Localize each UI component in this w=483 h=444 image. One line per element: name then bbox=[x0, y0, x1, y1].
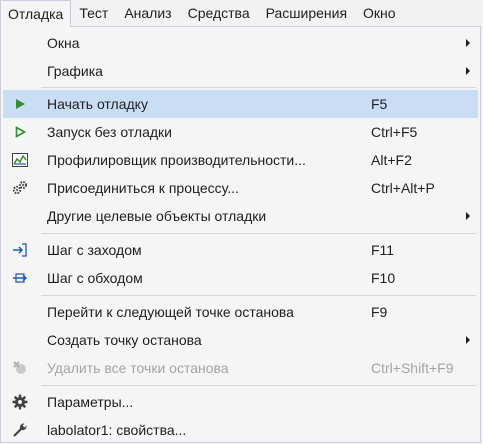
wrench-icon bbox=[3, 416, 37, 444]
menu-item-next-breakpoint[interactable]: Перейти к следующей точке останова F9 bbox=[3, 298, 478, 326]
submenu-arrow-icon bbox=[466, 67, 470, 75]
menu-item-label: Перейти к следующей точке останова bbox=[47, 304, 294, 320]
shortcut-text: F10 bbox=[371, 270, 396, 286]
menu-item-label: Окна bbox=[47, 35, 80, 51]
menu-item-label: Другие целевые объекты отладки bbox=[47, 208, 267, 224]
submenu-arrow-icon bbox=[466, 336, 470, 344]
gear-icon bbox=[3, 388, 37, 416]
delete-breakpoints-icon bbox=[3, 354, 37, 382]
menu-item-attach-to-process[interactable]: Присоединиться к процессу... Ctrl+Alt+P bbox=[3, 174, 478, 202]
menu-item-label: Запуск без отладки bbox=[47, 124, 172, 140]
shortcut-text: Ctrl+F5 bbox=[371, 124, 418, 140]
separator bbox=[41, 295, 476, 296]
shortcut-text: Ctrl+Alt+P bbox=[371, 180, 435, 196]
menu-item-options[interactable]: Параметры... bbox=[3, 388, 478, 416]
menu-item-delete-all-breakpoints[interactable]: Удалить все точки останова Ctrl+Shift+F9 bbox=[3, 354, 478, 382]
menu-item-windows[interactable]: Окна bbox=[3, 29, 478, 57]
shortcut-text: F11 bbox=[371, 242, 395, 258]
menu-item-step-into[interactable]: Шаг с заходом F11 bbox=[3, 236, 478, 264]
separator bbox=[41, 385, 476, 386]
menu-item-label: Параметры... bbox=[47, 394, 134, 410]
menu-item-label: Графика bbox=[47, 63, 103, 79]
menu-item-label: Удалить все точки останова bbox=[47, 360, 229, 376]
menu-item-other-debug-targets[interactable]: Другие целевые объекты отладки bbox=[3, 202, 478, 230]
menu-analyze[interactable]: Анализ bbox=[116, 0, 179, 26]
play-filled-icon bbox=[3, 90, 37, 118]
shortcut-text: Alt+F2 bbox=[371, 152, 412, 168]
menu-window[interactable]: Окно bbox=[355, 0, 404, 26]
shortcut-text: Ctrl+Shift+F9 bbox=[371, 360, 454, 376]
step-over-icon bbox=[3, 264, 37, 292]
step-into-icon bbox=[3, 236, 37, 264]
separator bbox=[41, 87, 476, 88]
menu-extensions[interactable]: Расширения bbox=[258, 0, 355, 26]
menu-item-start-debugging[interactable]: Начать отладку F5 bbox=[3, 90, 478, 118]
menu-item-label: Создать точку останова bbox=[47, 332, 202, 348]
menu-item-graphics[interactable]: Графика bbox=[3, 57, 478, 85]
submenu-arrow-icon bbox=[466, 212, 470, 220]
menu-item-label: Профилировщик производительности... bbox=[47, 152, 306, 168]
menu-item-label: Начать отладку bbox=[47, 96, 148, 112]
menu-bar: Отладка Тест Анализ Средства Расширения … bbox=[0, 0, 483, 27]
menu-item-label: Присоединиться к процессу... bbox=[47, 180, 239, 196]
menu-tools[interactable]: Средства bbox=[180, 0, 258, 26]
debug-dropdown-menu: Окна Графика Начать отладку F5 Запуск бе… bbox=[0, 26, 481, 443]
menu-item-profiler[interactable]: Профилировщик производительности... Alt+… bbox=[3, 146, 478, 174]
separator bbox=[41, 233, 476, 234]
performance-profiler-icon bbox=[3, 146, 37, 174]
shortcut-text: F5 bbox=[371, 96, 388, 112]
menu-item-step-over[interactable]: Шаг с обходом F10 bbox=[3, 264, 478, 292]
menu-item-start-without-debugging[interactable]: Запуск без отладки Ctrl+F5 bbox=[3, 118, 478, 146]
menu-item-new-breakpoint[interactable]: Создать точку останова bbox=[3, 326, 478, 354]
menu-item-label: labolator1: свойства... bbox=[47, 422, 187, 438]
menu-debug[interactable]: Отладка bbox=[0, 0, 72, 27]
menu-test[interactable]: Тест bbox=[71, 0, 116, 26]
menu-item-label: Шаг с обходом bbox=[47, 270, 143, 286]
play-outline-icon bbox=[3, 118, 37, 146]
submenu-arrow-icon bbox=[466, 39, 470, 47]
menu-item-label: Шаг с заходом bbox=[47, 242, 142, 258]
attach-process-icon bbox=[3, 174, 37, 202]
menu-item-project-properties[interactable]: labolator1: свойства... bbox=[3, 416, 478, 444]
shortcut-text: F9 bbox=[371, 304, 388, 320]
